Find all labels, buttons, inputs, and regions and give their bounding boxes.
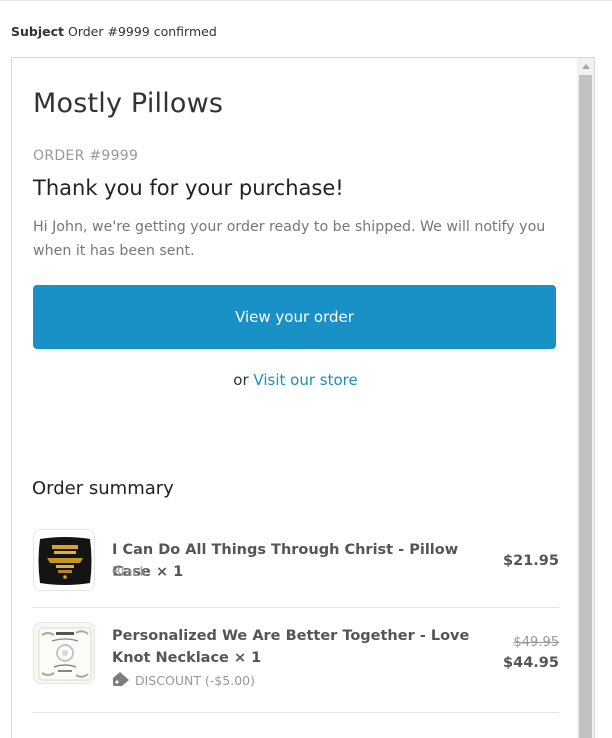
- order-summary-title: Order summary: [32, 478, 174, 499]
- item-original-price: $49.95: [513, 635, 560, 650]
- scrollbar-thumb[interactable]: [579, 75, 592, 738]
- visit-store-link[interactable]: Visit our store: [253, 371, 357, 389]
- discount-tag-icon: [112, 671, 130, 690]
- scroll-up-arrow-icon[interactable]: [577, 58, 594, 74]
- email-heading: Thank you for your purchase!: [33, 176, 344, 200]
- or-text: or: [233, 371, 249, 389]
- line-item: I Can Do All Things Through Christ - Pil…: [32, 514, 559, 608]
- top-divider: [0, 0, 612, 1]
- subject-value: Order #9999 confirmed: [67, 24, 217, 39]
- item-price: $21.95: [503, 553, 559, 569]
- subject-label: Subject: [11, 24, 64, 39]
- item-title: Personalized We Are Better Together - Lo…: [112, 628, 470, 666]
- item-price: $44.95: [503, 655, 559, 671]
- shop-name: Mostly Pillows: [33, 88, 224, 119]
- pillow-thumbnail: [33, 529, 95, 591]
- discount-row: DISCOUNT (-$5.00): [112, 671, 255, 690]
- subject-row: Subject Order #9999 confirmed: [11, 24, 217, 39]
- line-item: Personalized We Are Better Together - Lo…: [32, 608, 559, 713]
- item-variant: Black: [112, 565, 148, 580]
- email-content: Mostly Pillows ORDER #9999 Thank you for…: [12, 58, 579, 738]
- intro-text: Hi John, we're getting your order ready …: [33, 219, 546, 259]
- store-link-row: or Visit our store: [12, 371, 579, 389]
- view-order-button[interactable]: View your order: [33, 285, 556, 349]
- necklace-thumbnail: [33, 622, 95, 684]
- item-title: I Can Do All Things Through Christ - Pil…: [112, 542, 459, 580]
- vertical-scrollbar[interactable]: [577, 58, 594, 738]
- discount-label: DISCOUNT (-$5.00): [135, 673, 255, 688]
- email-preview-frame[interactable]: Mostly Pillows ORDER #9999 Thank you for…: [11, 57, 595, 738]
- order-number: ORDER #9999: [33, 148, 139, 164]
